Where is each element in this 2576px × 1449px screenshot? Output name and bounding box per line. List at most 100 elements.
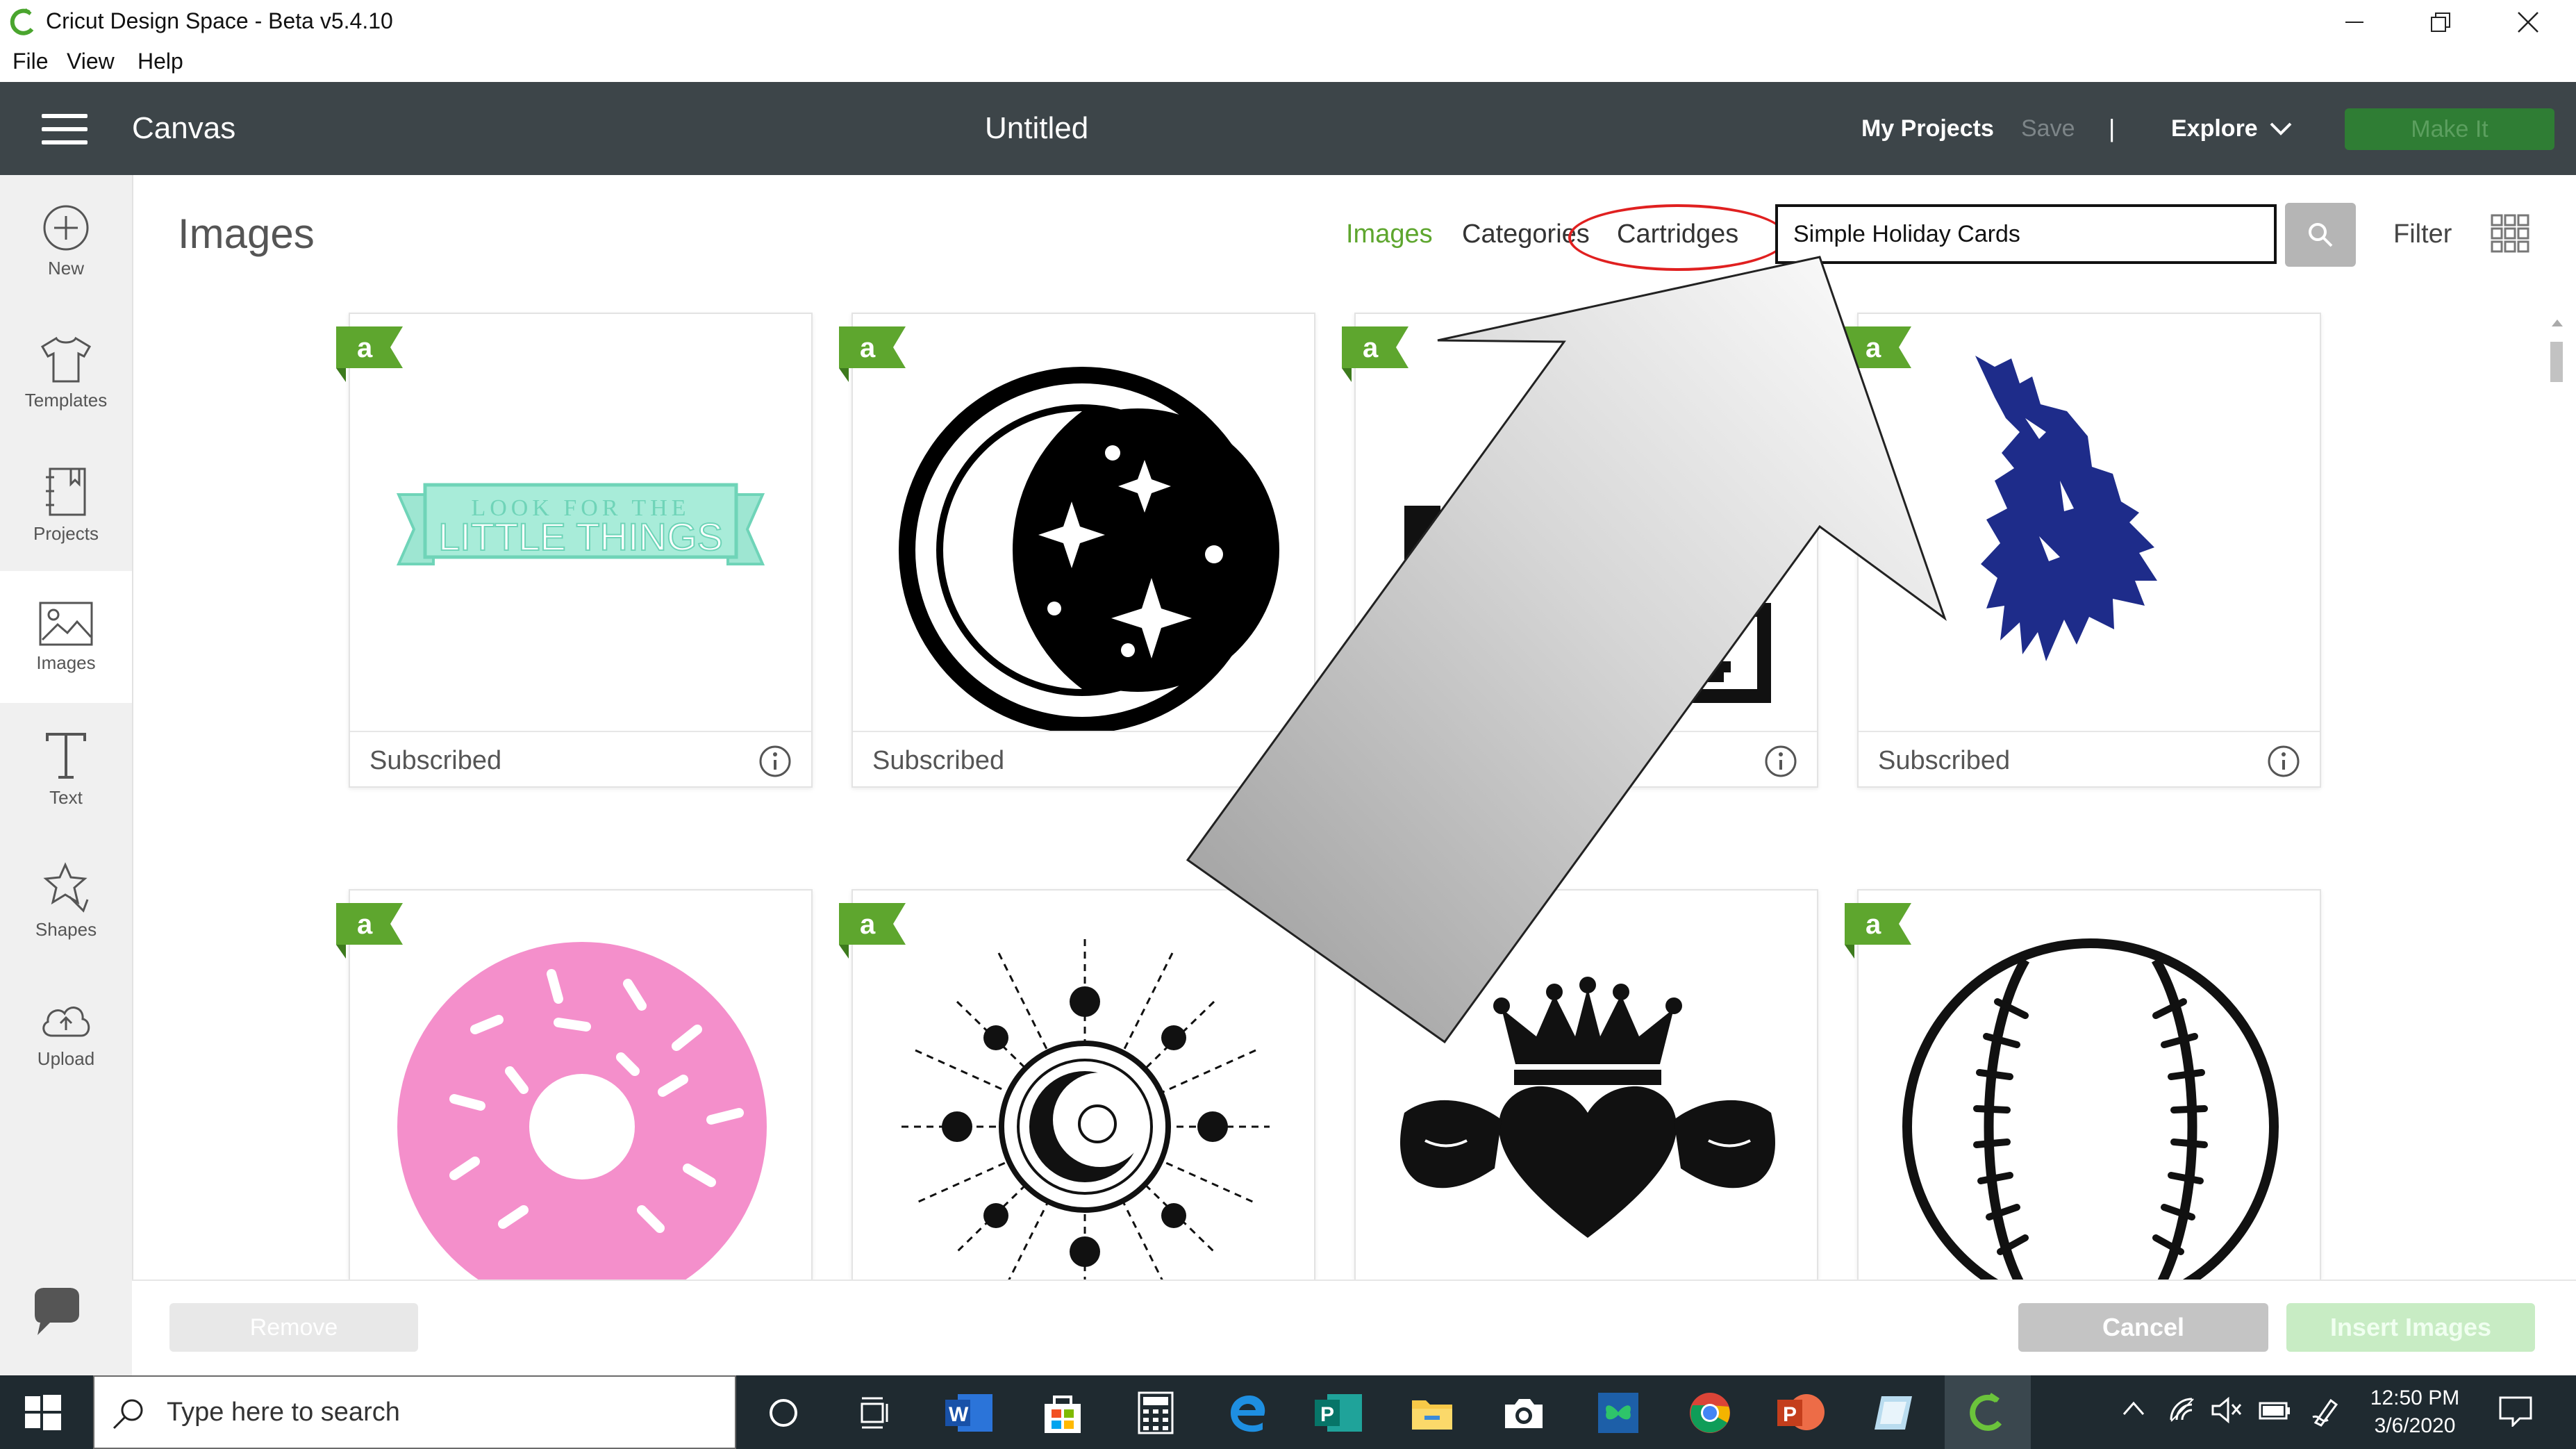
hamburger-menu-icon[interactable] <box>42 114 88 144</box>
make-it-button[interactable]: Make It <box>2345 108 2554 150</box>
taskbar-powerpoint[interactable]: P <box>1774 1385 1829 1441</box>
taskbar-chrome[interactable] <box>1682 1385 1738 1441</box>
filter-button[interactable]: Filter <box>2393 220 2452 249</box>
remove-button[interactable]: Remove <box>169 1303 418 1352</box>
cricut-logo-icon <box>10 8 34 35</box>
rail-label: Projects <box>33 522 99 544</box>
explore-dropdown[interactable]: Explore <box>2171 115 2258 142</box>
rail-label: Text <box>49 786 83 808</box>
window-titlebar: Cricut Design Space - Beta v5.4.10 <box>0 0 2576 44</box>
image-card[interactable] <box>1857 889 2321 1281</box>
image-card[interactable]: LOOK FOR THE LITTLE THINGS Subscribed <box>349 313 813 788</box>
taskbar-word[interactable]: W <box>942 1385 997 1441</box>
rail-templates[interactable]: Templates <box>0 307 132 439</box>
chevron-up-icon[interactable] <box>2121 1396 2146 1421</box>
taskbar-clock-date[interactable]: 3/6/2020 <box>2370 1414 2460 1438</box>
image-icon <box>39 602 93 645</box>
svg-text:a: a <box>1865 909 1881 940</box>
my-projects-link[interactable]: My Projects <box>1861 115 1994 142</box>
camera-icon <box>1505 1399 1543 1428</box>
rail-shapes[interactable]: Shapes <box>0 835 132 967</box>
image-search-input[interactable] <box>1775 204 2277 264</box>
task-view-button[interactable] <box>847 1385 903 1441</box>
volume-muted-icon[interactable] <box>2211 1396 2242 1424</box>
svg-text:P: P <box>1783 1403 1797 1426</box>
rail-images[interactable]: Images <box>0 571 132 703</box>
rail-label: Images <box>36 652 96 673</box>
restore-button[interactable] <box>2399 0 2482 44</box>
text-icon <box>46 732 86 779</box>
pen-icon[interactable] <box>2310 1396 2341 1427</box>
scroll-up-arrow-icon[interactable] <box>2550 317 2564 328</box>
close-button[interactable] <box>2486 0 2570 44</box>
image-card[interactable]: Subscribed <box>851 313 1315 788</box>
panel-title: Images <box>178 210 315 257</box>
taskbar-store[interactable] <box>1035 1385 1090 1441</box>
info-icon[interactable] <box>1764 745 1797 778</box>
taskbar-camera[interactable] <box>1496 1385 1552 1441</box>
info-icon[interactable] <box>758 745 792 778</box>
svg-text:a: a <box>357 909 373 940</box>
chat-bubble-icon[interactable] <box>29 1286 85 1342</box>
image-thumbnail <box>350 891 811 1280</box>
rail-upload[interactable]: Upload <box>0 967 132 1099</box>
access-badge-icon: a <box>839 326 906 382</box>
close-icon <box>2518 12 2538 33</box>
word-app-icon: W <box>945 1394 992 1432</box>
menu-help[interactable]: Help <box>138 49 183 74</box>
image-card[interactable]: Subscribed <box>1857 313 2321 788</box>
insert-images-button[interactable]: Insert Images <box>2286 1303 2535 1352</box>
taskbar-calculator[interactable] <box>1128 1385 1183 1441</box>
scrollbar[interactable] <box>2545 317 2570 1275</box>
taskbar-app-blue[interactable] <box>1590 1385 1646 1441</box>
search-icon <box>2309 223 2333 247</box>
cortana-circle-icon <box>770 1399 797 1427</box>
wifi-icon[interactable] <box>2168 1396 2196 1424</box>
menu-file[interactable]: File <box>13 49 49 74</box>
access-badge-icon: a <box>1342 326 1409 382</box>
taskbar-edge[interactable] <box>1220 1385 1275 1441</box>
image-card[interactable] <box>1354 313 1818 788</box>
search-icon <box>113 1399 143 1430</box>
taskbar-search-box[interactable]: Type here to search <box>93 1375 736 1449</box>
taskbar-publisher[interactable]: P <box>1311 1385 1367 1441</box>
save-button[interactable]: Save <box>2021 115 2075 142</box>
taskbar-file-explorer[interactable] <box>1404 1385 1460 1441</box>
card-caption: Subscribed <box>853 731 1314 788</box>
image-card[interactable] <box>851 889 1315 1281</box>
window-title: Cricut Design Space - Beta v5.4.10 <box>46 8 393 33</box>
chevron-down-icon[interactable] <box>2268 118 2293 139</box>
cortana-button[interactable] <box>756 1385 811 1441</box>
image-thumbnail <box>1859 314 2320 731</box>
taskbar-cricut[interactable] <box>1945 1375 2031 1449</box>
rail-projects[interactable]: Projects <box>0 439 132 571</box>
search-button[interactable] <box>2285 203 2356 267</box>
image-thumbnail <box>1356 891 1817 1280</box>
rail-new[interactable]: New <box>0 175 132 307</box>
tab-images[interactable]: Images <box>1346 220 1433 249</box>
rail-label: Shapes <box>35 918 97 940</box>
cancel-button[interactable]: Cancel <box>2018 1303 2268 1352</box>
image-thumbnail <box>1859 891 2320 1280</box>
notification-icon[interactable] <box>2499 1396 2532 1427</box>
taskbar-notes[interactable] <box>1865 1385 1921 1441</box>
image-card[interactable] <box>1354 889 1818 1281</box>
chrome-browser-icon <box>1690 1393 1730 1433</box>
subscribed-label: Subscribed <box>872 746 1005 775</box>
minimize-icon <box>2345 22 2363 23</box>
windows-start-icon[interactable] <box>25 1395 61 1431</box>
rail-text[interactable]: Text <box>0 703 132 835</box>
image-thumbnail <box>1356 314 1817 731</box>
svg-text:a: a <box>1865 333 1881 363</box>
battery-icon[interactable] <box>2257 1396 2292 1424</box>
scroll-thumb[interactable] <box>2550 342 2563 382</box>
grid-view-icon[interactable] <box>2491 214 2529 253</box>
image-card[interactable] <box>349 889 813 1281</box>
menu-view[interactable]: View <box>67 49 115 74</box>
info-icon[interactable] <box>2267 745 2300 778</box>
annotation-red-circle <box>1568 204 1788 271</box>
image-thumbnail <box>853 891 1314 1280</box>
taskbar-clock-time[interactable]: 12:50 PM <box>2370 1386 2460 1410</box>
minimize-button[interactable] <box>2313 0 2396 44</box>
svg-text:a: a <box>357 333 373 363</box>
